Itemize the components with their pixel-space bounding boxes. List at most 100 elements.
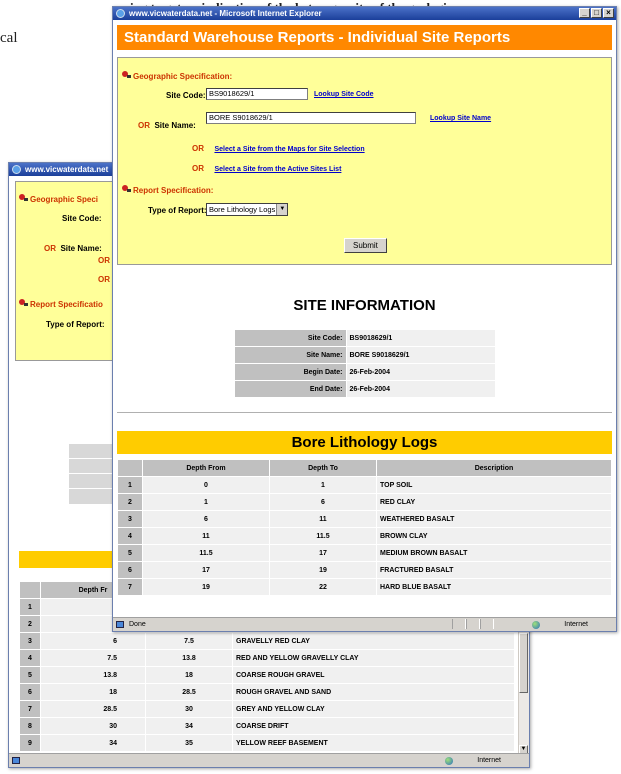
row-index: 4 — [117, 527, 143, 545]
table-row: 4 11 11.5 BROWN CLAY — [117, 527, 612, 545]
site-info-label: Begin Date: — [233, 363, 347, 381]
front-window-title: www.vicwaterdata.net - Microsoft Interne… — [129, 9, 322, 18]
col-index — [117, 459, 143, 477]
front-form-panel: Geographic Specification: Site Code: BS9… — [117, 57, 612, 265]
back-site-code-label: Site Code: — [62, 214, 102, 223]
lookup-site-name-link[interactable]: Lookup Site Name — [430, 115, 491, 122]
depth-from-cell: 34 — [40, 734, 146, 752]
back-site-name-label: Site Name: — [60, 244, 102, 253]
status-cell — [466, 619, 480, 629]
geo-section-label: Geographic Specification: — [133, 72, 233, 81]
table-row: 6 18 28.5 ROUGH GRAVEL AND SAND — [19, 683, 515, 701]
page-icon — [12, 757, 20, 764]
status-cell — [452, 619, 466, 629]
description-cell: TOP SOIL — [376, 476, 612, 494]
description-cell: COARSE ROUGH GRAVEL — [232, 666, 515, 684]
row-index: 3 — [117, 510, 143, 528]
back-site-name-row: OR Site Name: — [44, 238, 102, 256]
site-info-label: End Date: — [233, 380, 347, 398]
row-index: 1 — [19, 598, 41, 616]
depth-from-cell: 17 — [142, 561, 270, 579]
depth-from-cell: 11 — [142, 527, 270, 545]
active-sites-link[interactable]: Select a Site from the Active Sites List — [214, 166, 341, 173]
site-code-label: Site Code: — [166, 91, 206, 100]
back-or-active: OR — [98, 275, 110, 284]
depth-from-cell: 7.5 — [40, 649, 146, 667]
depth-to-cell: 18 — [145, 666, 233, 684]
chevron-down-icon[interactable]: ▼ — [276, 204, 288, 215]
maps-selection-link[interactable]: Select a Site from the Maps for Site Sel… — [214, 146, 364, 153]
site-code-input[interactable]: BS9018629/1 — [206, 88, 308, 100]
table-row: 3 6 11 WEATHERED BASALT — [117, 510, 612, 528]
depth-to-cell: 35 — [145, 734, 233, 752]
back-status-zone: Internet — [477, 757, 501, 764]
depth-to-cell: 30 — [145, 700, 233, 718]
description-cell: GREY AND YELLOW CLAY — [232, 700, 515, 718]
depth-from-cell: 11.5 — [142, 544, 270, 562]
depth-from-cell: 6 — [40, 632, 146, 650]
site-info-row: End Date: 26-Feb-2004 — [233, 380, 496, 398]
site-info-value: 26-Feb-2004 — [345, 380, 496, 398]
table-row: 5 13.8 18 COARSE ROUGH GRAVEL — [19, 666, 515, 684]
page-icon — [116, 621, 124, 628]
site-info-heading: SITE INFORMATION — [293, 297, 436, 314]
front-statusbar: Done Internet — [113, 617, 616, 631]
report-banner: Standard Warehouse Reports - Individual … — [117, 25, 612, 50]
table-row: 5 11.5 17 MEDIUM BROWN BASALT — [117, 544, 612, 562]
close-icon[interactable]: × — [603, 8, 614, 18]
row-index: 8 — [19, 717, 41, 735]
report-type-select[interactable]: Bore Lithology Logs ▼ — [206, 203, 289, 216]
logs-heading: Bore Lithology Logs — [117, 431, 612, 454]
or-active-label: OR — [192, 164, 204, 173]
front-window-titlebar[interactable]: www.vicwaterdata.net - Microsoft Interne… — [113, 7, 616, 20]
depth-from-cell: 6 — [142, 510, 270, 528]
depth-to-cell: 34 — [145, 717, 233, 735]
description-cell: HARD BLUE BASALT — [376, 578, 612, 596]
back-scroll-thumb[interactable] — [519, 633, 528, 693]
description-cell: ROUGH GRAVEL AND SAND — [232, 683, 515, 701]
site-info-row: Site Code: BS9018629/1 — [233, 329, 496, 347]
site-info-row: Begin Date: 26-Feb-2004 — [233, 363, 496, 381]
document-text-left: cal — [0, 30, 18, 46]
depth-to-cell: 13.8 — [145, 649, 233, 667]
depth-to-cell: 1 — [269, 476, 377, 494]
logs-table: Depth From Depth To Description 1 0 1 TOP S… — [117, 459, 612, 596]
depth-from-cell: 13.8 — [40, 666, 146, 684]
window-controls: _ □ × — [579, 8, 614, 19]
depth-to-cell: 17 — [269, 544, 377, 562]
col-description: Description — [376, 459, 612, 477]
or-label: OR — [138, 121, 150, 130]
submit-button[interactable]: Submit — [344, 238, 387, 253]
ie-icon — [116, 9, 125, 18]
table-row: 7 28.5 30 GREY AND YELLOW CLAY — [19, 700, 515, 718]
minimize-icon[interactable]: _ — [579, 8, 590, 18]
row-index: 3 — [19, 632, 41, 650]
back-col-index — [19, 581, 41, 599]
depth-to-cell: 22 — [269, 578, 377, 596]
row-index: 1 — [117, 476, 143, 494]
site-name-label: Site Name: — [154, 121, 196, 130]
row-index: 5 — [19, 666, 41, 684]
depth-from-cell: 18 — [40, 683, 146, 701]
description-cell: GRAVELLY RED CLAY — [232, 632, 515, 650]
description-cell: YELLOW REEF BASEMENT — [232, 734, 515, 752]
description-cell: MEDIUM BROWN BASALT — [376, 544, 612, 562]
ie-icon — [12, 165, 21, 174]
depth-from-cell: 19 — [142, 578, 270, 596]
site-name-input[interactable]: BORE S9018629/1 — [206, 112, 416, 124]
back-form-panel: Geographic Speci Site Code: OR Site Name… — [15, 181, 127, 361]
depth-to-cell: 7.5 — [145, 632, 233, 650]
back-geo-section: Geographic Speci — [19, 189, 98, 207]
back-or-label: OR — [44, 244, 56, 253]
back-geo-section-label: Geographic Speci — [30, 195, 99, 204]
site-info-table: Site Code: BS9018629/1 Site Name: BORE S901… — [233, 329, 496, 398]
col-depth-from: Depth From — [142, 459, 270, 477]
description-cell: RED CLAY — [376, 493, 612, 511]
maximize-icon[interactable]: □ — [591, 8, 602, 18]
front-status-zone: Internet — [564, 621, 588, 628]
status-cell — [480, 619, 494, 629]
lookup-site-code-link[interactable]: Lookup Site Code — [314, 91, 374, 98]
pushpin-icon — [19, 298, 28, 307]
or-maps-label: OR — [192, 144, 204, 153]
table-row: 8 30 34 COARSE DRIFT — [19, 717, 515, 735]
